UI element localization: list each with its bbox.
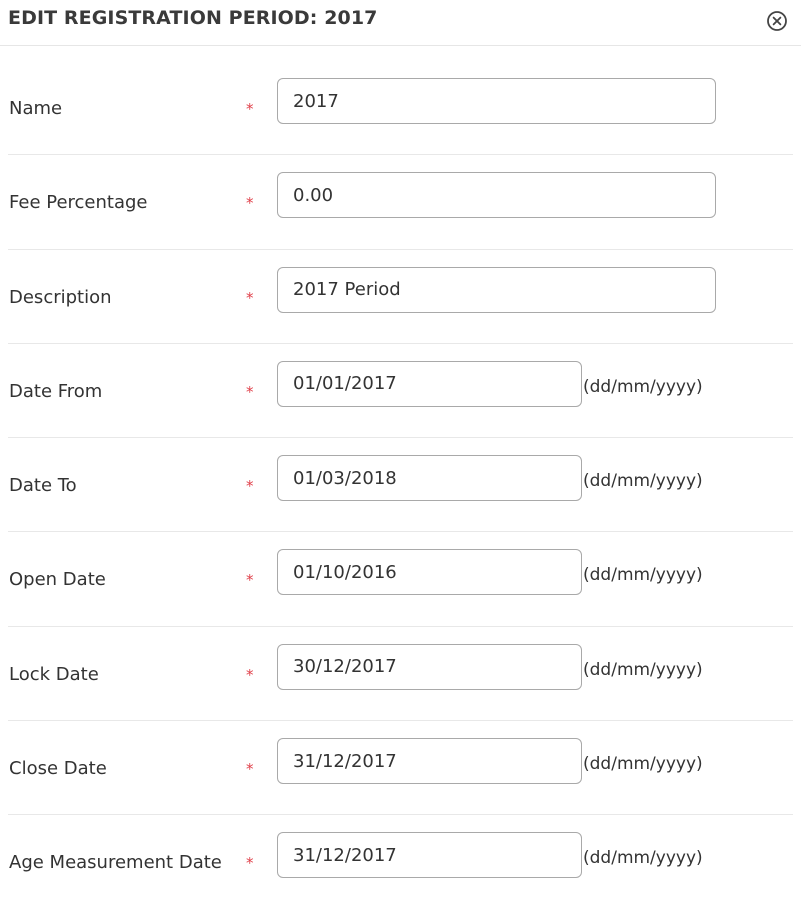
date-to-input[interactable] [277,455,582,502]
date-format-hint: (dd/mm/yyyy) [583,659,703,680]
form-row-lock-date: Lock Date * (dd/mm/yyyy) [0,625,801,720]
form-row-close-date: Close Date * (dd/mm/yyyy) [0,720,801,814]
dialog-title: EDIT REGISTRATION PERIOD: 2017 [8,7,378,29]
description-input[interactable] [277,266,716,313]
required-marker: * [246,382,254,401]
form-row-date-from: Date From * (dd/mm/yyyy) [0,342,801,437]
date-format-hint: (dd/mm/yyyy) [583,471,703,492]
close-date-label: Close Date [9,758,107,780]
date-to-label: Date To [9,475,77,497]
form-row-fee-percentage: Fee Percentage * [0,154,801,248]
dialog-header: EDIT REGISTRATION PERIOD: 2017 [0,0,801,46]
close-circle-icon [767,11,787,31]
lock-date-label: Lock Date [9,663,99,685]
fee-percentage-input[interactable] [277,172,716,219]
required-marker: * [246,288,254,307]
date-from-label: Date From [9,380,103,402]
close-date-input[interactable] [277,738,582,785]
fee-percentage-label: Fee Percentage [9,192,148,214]
name-input[interactable] [277,78,716,124]
age-measurement-date-label: Age Measurement Date [9,852,222,874]
registration-form: Name * Fee Percentage * Description * Da… [0,60,801,909]
lock-date-input[interactable] [277,643,582,690]
description-label: Description [9,286,112,308]
required-marker: * [246,760,254,779]
date-from-input[interactable] [277,360,582,407]
age-measurement-date-input[interactable] [277,832,582,879]
required-marker: * [246,854,254,873]
required-marker: * [246,477,254,496]
form-row-age-measurement-date: Age Measurement Date * (dd/mm/yyyy) [0,814,801,908]
form-row-description: Description * [0,248,801,343]
required-marker: * [246,100,254,118]
form-row-date-to: Date To * (dd/mm/yyyy) [0,437,801,531]
date-format-hint: (dd/mm/yyyy) [583,848,703,869]
date-format-hint: (dd/mm/yyyy) [583,376,703,397]
required-marker: * [246,665,254,684]
date-format-hint: (dd/mm/yyyy) [583,565,703,586]
form-row-name: Name * [0,60,801,154]
open-date-label: Open Date [9,569,106,591]
form-row-open-date: Open Date * (dd/mm/yyyy) [0,531,801,625]
date-format-hint: (dd/mm/yyyy) [583,754,703,775]
required-marker: * [246,194,254,213]
open-date-input[interactable] [277,549,582,596]
name-label: Name [9,98,63,119]
close-button[interactable] [766,10,788,32]
required-marker: * [246,571,254,590]
